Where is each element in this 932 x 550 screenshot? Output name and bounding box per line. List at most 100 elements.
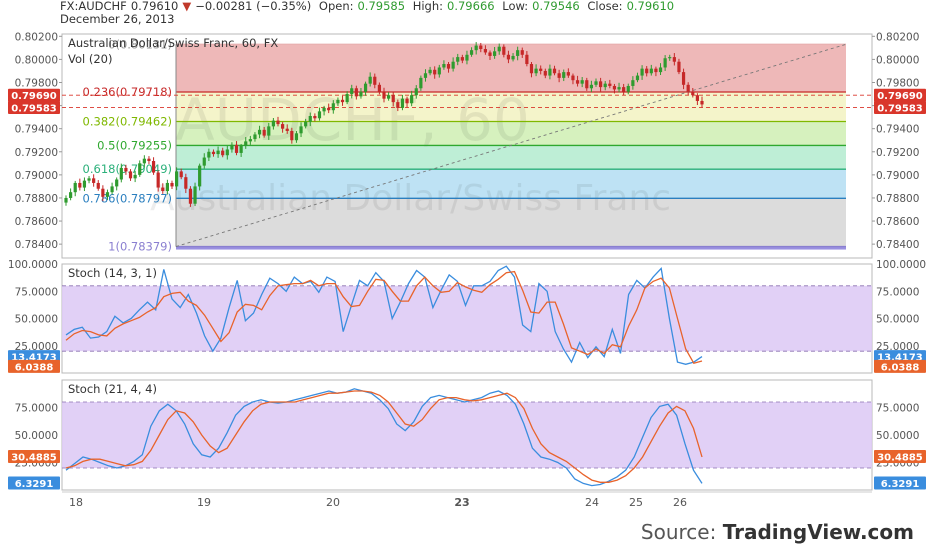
- candle-body: [594, 81, 598, 85]
- price-tick-right-5: 0.79400: [876, 124, 919, 136]
- candle-body: [622, 87, 626, 92]
- stoch1-badge-text-3: 6.0388: [881, 362, 920, 373]
- candle-body: [290, 130, 294, 141]
- candle-body: [124, 167, 128, 172]
- candle-body: [257, 129, 262, 135]
- candle-body: [456, 57, 460, 62]
- candle-body: [119, 167, 123, 180]
- source-credit: Source: TradingView.com: [641, 520, 914, 544]
- candle-body: [608, 83, 612, 86]
- x-tick-6: 26: [673, 496, 687, 509]
- candle-body: [562, 72, 566, 78]
- candle-body: [221, 150, 225, 156]
- stoch1-tick-left-3: 100.0000: [8, 259, 58, 271]
- candle-body: [294, 133, 299, 141]
- candle-body: [267, 126, 271, 136]
- tradingview-brand[interactable]: TradingView.com: [723, 520, 914, 544]
- price-tick-left-8: 0.80000: [15, 54, 58, 66]
- candle-body: [336, 99, 340, 104]
- fib-label-2: 0.382(0.79462): [83, 115, 172, 129]
- x-tick-5: 25: [629, 496, 643, 509]
- candle-body: [400, 98, 405, 108]
- candle-body: [539, 68, 543, 71]
- stoch1-tick-right-3: 100.0000: [876, 259, 926, 271]
- price-tick-left-1: 0.78600: [15, 216, 58, 228]
- price-tick-left-7: 0.79800: [15, 77, 58, 89]
- price-tick-right-3: 0.79000: [876, 170, 919, 182]
- candle-body: [589, 84, 593, 89]
- stoch2-tick-right-1: 50.0000: [876, 430, 919, 442]
- candle-body: [345, 94, 349, 103]
- candle-body: [585, 80, 589, 89]
- price-tick-right-8: 0.80000: [876, 54, 919, 66]
- candle-body: [695, 95, 699, 101]
- watermark-text: AUDCHF, 60: [175, 86, 530, 154]
- candle-body: [483, 49, 487, 53]
- candle-body: [460, 57, 464, 61]
- volume-label: Vol (20): [68, 52, 112, 66]
- candle-body: [363, 83, 368, 92]
- candle-body: [350, 88, 354, 95]
- candle-body: [170, 182, 174, 187]
- price-tick-right-0: 0.78400: [876, 239, 919, 251]
- chart-canvas[interactable]: AUDCHF, 60Australian Dollar/Swiss Franc0…: [0, 0, 932, 550]
- candle-body: [516, 50, 520, 56]
- candle-body: [469, 50, 474, 55]
- candle-body: [234, 144, 239, 153]
- candle-body: [617, 87, 621, 90]
- candle-body: [78, 182, 82, 188]
- candle-body: [626, 85, 630, 92]
- candle-body: [207, 151, 211, 158]
- candle-body: [442, 64, 446, 68]
- candle-body: [571, 75, 575, 81]
- candle-body: [410, 95, 414, 104]
- candle-body: [603, 83, 607, 88]
- candle-body: [668, 57, 672, 59]
- candle-body: [529, 64, 534, 74]
- candle-body: [225, 149, 229, 156]
- candle-body: [340, 99, 345, 103]
- candle-body: [82, 180, 87, 188]
- candle-body: [511, 55, 515, 60]
- candle-body: [663, 58, 667, 68]
- candle-body: [502, 46, 506, 55]
- candle-body: [322, 107, 326, 112]
- x-tick-3: 23: [454, 496, 469, 509]
- candle-body: [285, 128, 289, 131]
- price-badge-text-2: 0.79690: [877, 91, 923, 102]
- candle-body: [635, 75, 640, 81]
- stoch1-tick-right-1: 50.0000: [876, 314, 919, 326]
- candle-body: [248, 139, 252, 142]
- price-tick-left-3: 0.79000: [15, 170, 58, 182]
- candle-body: [612, 85, 617, 90]
- candle-body: [599, 81, 603, 88]
- stoch2-tick-right-2: 75.0000: [876, 403, 919, 415]
- source-prefix: Source:: [640, 520, 723, 544]
- stoch2-badge-text-3: 6.3291: [881, 479, 920, 490]
- candle-body: [244, 141, 248, 146]
- candle-body: [304, 121, 308, 127]
- candle-body: [142, 158, 146, 164]
- stoch2-band: [62, 402, 872, 468]
- candle-body: [101, 188, 105, 197]
- candle-body: [451, 61, 455, 69]
- candle-body: [428, 69, 432, 74]
- candle-body: [359, 91, 363, 97]
- candle-body: [128, 171, 133, 179]
- price-pane-title: Australian Dollar/Swiss Franc, 60, FX: [68, 36, 278, 50]
- candle-body: [73, 182, 77, 193]
- candle-body: [64, 197, 68, 203]
- candle-body: [184, 177, 188, 189]
- candle-body: [147, 158, 151, 162]
- price-tick-left-2: 0.78800: [15, 193, 58, 205]
- price-badge-text-3: 0.79583: [877, 104, 923, 115]
- candle-body: [373, 76, 377, 85]
- candle-body: [354, 88, 358, 97]
- candle-body: [317, 111, 322, 119]
- candle-body: [525, 54, 529, 65]
- candle-body: [493, 51, 497, 56]
- candle-body: [488, 52, 492, 56]
- candle-body: [133, 174, 137, 179]
- candle-body: [654, 68, 658, 73]
- x-tick-4: 24: [585, 496, 599, 509]
